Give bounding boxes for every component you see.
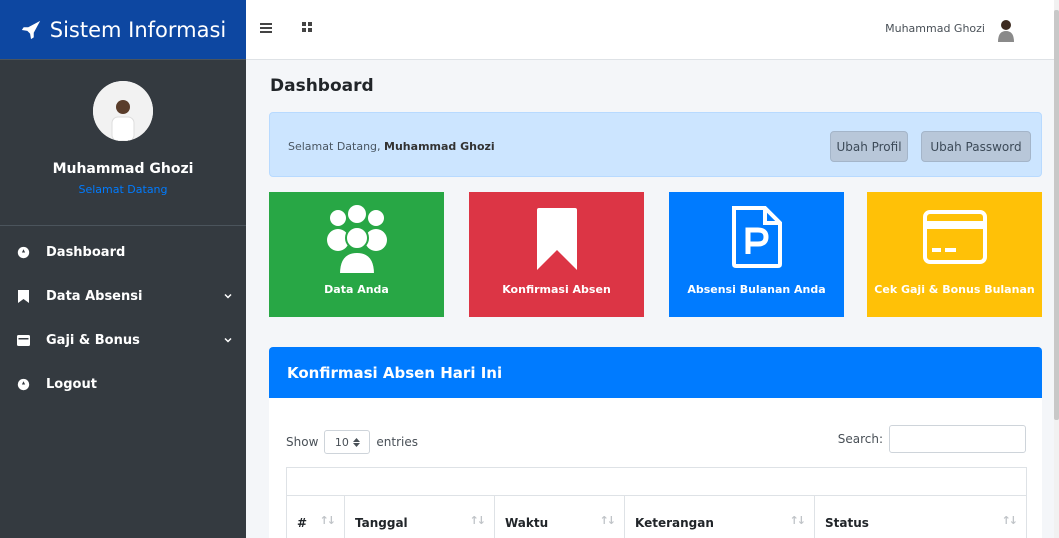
card-label: Cek Gaji & Bonus Bulanan: [874, 283, 1035, 296]
avatar[interactable]: [93, 81, 153, 141]
topbar-user-name[interactable]: Muhammad Ghozi: [885, 22, 985, 35]
user-panel: Muhammad Ghozi Selamat Datang: [0, 60, 246, 226]
entries-control: Show 10 entries: [286, 430, 418, 454]
column-header-keterangan[interactable]: Keterangan ↑↓: [625, 496, 815, 538]
topbar: Muhammad Ghozi: [246, 0, 1059, 60]
table-header: # ↑↓ Tanggal ↑↓ Waktu ↑↓ Keterangan ↑↓ Statu…: [287, 496, 1026, 538]
entries-select[interactable]: 10: [324, 430, 371, 454]
sort-icon: ↑↓: [469, 514, 487, 527]
sort-icon: ↑↓: [599, 514, 617, 527]
user-photo: [93, 81, 153, 141]
panel-title: Konfirmasi Absen Hari Ini: [269, 347, 1042, 398]
sort-icon: ↑↓: [1001, 514, 1019, 527]
welcome-prefix: Selamat Datang,: [288, 140, 385, 153]
chevron-down-icon: [224, 293, 232, 299]
dashboard-icon: [17, 246, 30, 259]
sidebar: Sistem Informasi Muhammad Ghozi Selamat …: [0, 0, 246, 538]
card-label: Data Anda: [324, 283, 389, 296]
user-greeting: Selamat Datang: [78, 183, 168, 196]
card-konfirmasi-absen[interactable]: Konfirmasi Absen: [469, 192, 644, 317]
card-cek-gaji[interactable]: Cek Gaji & Bonus Bulanan: [867, 192, 1042, 317]
bookmark-icon: [17, 289, 30, 303]
welcome-alert: Selamat Datang, Muhammad Ghozi Ubah Prof…: [269, 112, 1042, 177]
users-icon: [326, 205, 387, 274]
grid-icon[interactable]: [302, 22, 312, 32]
sidebar-item-dashboard[interactable]: Dashboard: [0, 230, 246, 274]
brand[interactable]: Sistem Informasi: [0, 0, 246, 60]
topbar-avatar[interactable]: [993, 16, 1019, 42]
column-header-status[interactable]: Status ↑↓: [815, 496, 1026, 538]
menu-icon[interactable]: [260, 22, 272, 34]
scrollbar-thumb[interactable]: [1054, 10, 1059, 420]
sidebar-item-label: Gaji & Bonus: [46, 332, 140, 348]
show-label: Show: [286, 435, 319, 449]
attendance-table: # ↑↓ Tanggal ↑↓ Waktu ↑↓ Keterangan ↑↓ Statu…: [286, 467, 1027, 538]
welcome-name: Muhammad Ghozi: [384, 140, 495, 153]
card-label: Konfirmasi Absen: [502, 283, 611, 296]
search-input[interactable]: [889, 425, 1026, 453]
sidebar-item-label: Dashboard: [46, 244, 126, 260]
sidebar-item-logout[interactable]: Logout: [0, 362, 246, 406]
rocket-icon: [21, 20, 40, 39]
entries-label: entries: [376, 435, 418, 449]
sidebar-item-gaji-bonus[interactable]: Gaji & Bonus: [0, 318, 246, 362]
page-scrollbar[interactable]: [1054, 0, 1059, 538]
attendance-panel: Konfirmasi Absen Hari Ini Show 10 entrie…: [269, 347, 1042, 538]
search-label: Search:: [837, 432, 883, 446]
select-arrows-icon: [352, 437, 360, 447]
logout-icon: [17, 378, 30, 391]
chevron-down-icon: [224, 337, 232, 343]
change-password-button[interactable]: Ubah Password: [921, 131, 1031, 162]
table-toolbar: [287, 468, 1026, 496]
bookmark-icon: [536, 208, 577, 270]
file-p-icon: [731, 206, 782, 268]
page-title: Dashboard: [270, 76, 374, 96]
card-data-anda[interactable]: Data Anda: [269, 192, 444, 317]
welcome-message: Selamat Datang, Muhammad Ghozi: [288, 140, 495, 153]
column-header-number[interactable]: # ↑↓: [287, 496, 345, 538]
sidebar-nav: Dashboard Data Absensi Gaji & Bonus Logo…: [0, 230, 246, 406]
entries-value: 10: [334, 435, 349, 449]
sidebar-item-label: Data Absensi: [46, 288, 143, 304]
credit-card-icon: [17, 334, 30, 347]
sort-icon: ↑↓: [789, 514, 807, 527]
user-name: Muhammad Ghozi: [52, 161, 194, 177]
sidebar-item-data-absensi[interactable]: Data Absensi: [0, 274, 246, 318]
search-control: Search:: [838, 425, 1026, 453]
card-label: Absensi Bulanan Anda: [687, 283, 826, 296]
column-header-waktu[interactable]: Waktu ↑↓: [495, 496, 625, 538]
brand-title: Sistem Informasi: [49, 17, 227, 42]
column-header-tanggal[interactable]: Tanggal ↑↓: [345, 496, 495, 538]
card-absensi-bulanan[interactable]: Absensi Bulanan Anda: [669, 192, 844, 317]
sidebar-item-label: Logout: [46, 376, 97, 392]
credit-card-icon: [922, 210, 987, 264]
sort-icon: ↑↓: [319, 514, 337, 527]
edit-profile-button[interactable]: Ubah Profil: [830, 131, 908, 162]
